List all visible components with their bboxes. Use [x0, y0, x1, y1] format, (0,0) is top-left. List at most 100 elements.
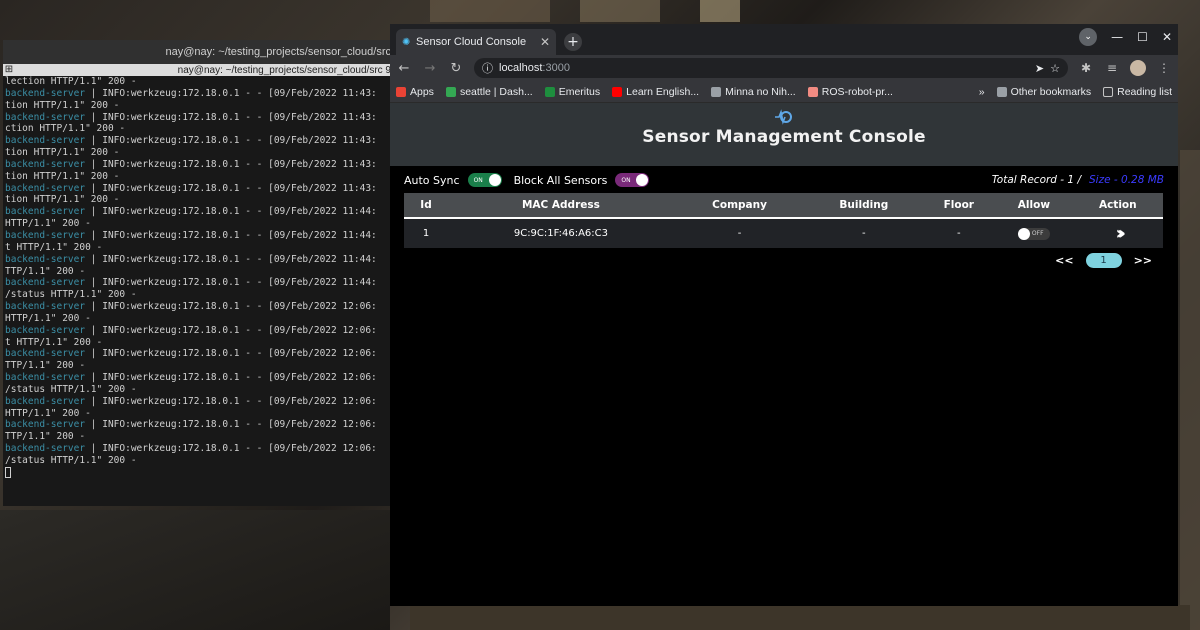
log-text: tion HTTP/1.1" 200 -: [5, 99, 120, 111]
desktop-wallpaper-detail: [1180, 150, 1200, 630]
browser-window[interactable]: ✺ Sensor Cloud Console ✕ + ⌄ — ☐ ✕ ← → ↻…: [390, 24, 1178, 606]
terminal-cursor: [5, 466, 11, 478]
bookmarks-overflow-button[interactable]: »: [979, 86, 985, 98]
terminal-line: backend-server | INFO:werkzeug:172.18.0.…: [5, 135, 393, 147]
server-tag: backend-server: [5, 229, 86, 241]
window-controls: ⌄ — ☐ ✕: [1079, 28, 1172, 46]
column-header-mac-address: MAC Address: [448, 193, 674, 219]
auto-sync-label: Auto Sync: [404, 173, 460, 187]
other-bookmarks-label: Other bookmarks: [1010, 85, 1092, 98]
tab-sensor-cloud-console[interactable]: ✺ Sensor Cloud Console ✕: [396, 29, 556, 55]
bookmark-label: ROS-robot-pr...: [821, 85, 893, 98]
log-text: | INFO:werkzeug:172.18.0.1 - - [09/Feb/2…: [85, 277, 377, 289]
terminal-line: t HTTP/1.1" 200 -: [5, 337, 393, 349]
cell-id: 1: [404, 218, 448, 248]
toggle-knob: [636, 174, 649, 186]
auto-sync-state: ON: [473, 176, 483, 184]
bookmark-item[interactable]: Learn English...: [612, 86, 699, 98]
current-page-button[interactable]: 1: [1085, 253, 1122, 268]
log-text: | INFO:werkzeug:172.18.0.1 - - [09/Feb/2…: [85, 111, 377, 123]
next-page-button[interactable]: >>: [1134, 254, 1152, 267]
profile-avatar[interactable]: [1130, 60, 1146, 76]
server-tag: backend-server: [5, 372, 86, 384]
server-tag: backend-server: [5, 135, 86, 147]
log-text: HTTP/1.1" 200 -: [5, 407, 91, 419]
log-text: ction HTTP/1.1" 200 -: [5, 123, 126, 135]
close-tab-icon[interactable]: ✕: [540, 35, 550, 49]
reading-list-button[interactable]: Reading list: [1103, 86, 1172, 98]
media-control-icon[interactable]: ≡: [1104, 61, 1120, 75]
terminal-title: nay@nay: ~/testing_projects/sensor_cloud…: [165, 46, 391, 58]
column-header-id: Id: [404, 193, 448, 219]
ros-icon: [807, 86, 818, 97]
bookmark-star-icon[interactable]: ☆: [1050, 62, 1060, 75]
terminal-output[interactable]: lection HTTP/1.1" 200 - backend-server | …: [3, 76, 395, 479]
forward-icon[interactable]: →: [422, 61, 438, 76]
log-text: | INFO:werkzeug:172.18.0.1 - - [09/Feb/2…: [85, 229, 377, 241]
server-tag: backend-server: [5, 348, 86, 360]
close-window-icon[interactable]: ✕: [1162, 30, 1172, 44]
reading-list-icon: [1103, 86, 1114, 97]
log-text: | INFO:werkzeug:172.18.0.1 - - [09/Feb/2…: [85, 158, 377, 170]
new-tab-button[interactable]: +: [564, 33, 582, 51]
terminal-line: tion HTTP/1.1" 200 -: [5, 194, 393, 206]
server-tag: backend-server: [5, 253, 86, 265]
terminal-line: backend-server | INFO:werkzeug:172.18.0.…: [5, 206, 393, 218]
app-header: Sensor Management Console: [390, 103, 1178, 166]
back-icon[interactable]: ←: [396, 61, 412, 76]
log-text: /status HTTP/1.1" 200 -: [5, 289, 137, 301]
log-text: tion HTTP/1.1" 200 -: [5, 170, 120, 182]
bookmark-item[interactable]: Minna no Nih...: [711, 86, 796, 98]
reload-icon[interactable]: ↻: [448, 61, 464, 76]
cell-building: -: [805, 218, 923, 248]
log-text: lection HTTP/1.1" 200 -: [5, 76, 137, 87]
allow-toggle[interactable]: OFF: [1017, 227, 1050, 240]
double-chevron-right-icon[interactable]: ›››: [1116, 223, 1127, 244]
terminal-line: /status HTTP/1.1" 200 -: [5, 455, 393, 467]
terminal-line: backend-server | INFO:werkzeug:172.18.0.…: [5, 396, 393, 408]
bookmark-item[interactable]: Apps: [396, 86, 434, 98]
previous-page-button[interactable]: <<: [1055, 254, 1073, 267]
extensions-icon[interactable]: ✱: [1078, 61, 1094, 75]
log-text: | INFO:werkzeug:172.18.0.1 - - [09/Feb/2…: [85, 182, 377, 194]
terminal-line: backend-server | INFO:werkzeug:172.18.0.…: [5, 443, 393, 455]
table-row[interactable]: 1 9C:9C:1F:46:A6:C3- - - OFF ›››: [404, 218, 1163, 248]
bookmark-label: Apps: [410, 85, 434, 98]
terminal-window[interactable]: nay@nay: ~/testing_projects/sensor_cloud…: [3, 40, 395, 506]
minimize-icon[interactable]: —: [1111, 30, 1123, 44]
terminal-tab-title[interactable]: nay@nay: ~/testing_projects/sensor_cloud…: [15, 65, 395, 76]
site-info-icon[interactable]: ⓘ: [482, 60, 493, 76]
terminal-line: tion HTTP/1.1" 200 -: [5, 100, 393, 112]
send-to-devices-icon[interactable]: ➤: [1035, 62, 1044, 75]
tab-title: Sensor Cloud Console: [416, 36, 527, 48]
server-tag: backend-server: [5, 301, 86, 313]
maximize-icon[interactable]: ☐: [1137, 30, 1148, 44]
terminal-line: TTP/1.1" 200 -: [5, 360, 393, 372]
terminal-tabbar[interactable]: ⊞ nay@nay: ~/testing_projects/sensor_clo…: [3, 64, 395, 76]
log-text: | INFO:werkzeug:172.18.0.1 - - [09/Feb/2…: [85, 206, 377, 218]
toggle-knob: [488, 174, 501, 186]
tab-search-icon[interactable]: ⌄: [1079, 28, 1098, 46]
terminal-line: /status HTTP/1.1" 200 -: [5, 384, 393, 396]
address-bar[interactable]: ⓘ localhost:3000 ➤ ☆: [474, 58, 1068, 78]
bookmark-item[interactable]: Emeritus: [544, 86, 600, 98]
bookmark-item[interactable]: seattle | Dash...: [445, 86, 533, 98]
storage-size: Size - 0.28 MB: [1089, 174, 1164, 186]
other-bookmarks-folder[interactable]: Other bookmarks: [996, 85, 1092, 98]
auto-sync-toggle[interactable]: ON: [467, 173, 502, 187]
menu-kebab-icon[interactable]: ⋮: [1156, 61, 1172, 75]
bookmark-item[interactable]: ROS-robot-pr...: [807, 85, 893, 98]
block-all-toggle[interactable]: ON: [615, 173, 650, 187]
log-text: | INFO:werkzeug:172.18.0.1 - - [09/Feb/2…: [85, 324, 377, 336]
log-text: TTP/1.1" 200 -: [5, 265, 86, 277]
terminal-titlebar[interactable]: nay@nay: ~/testing_projects/sensor_cloud…: [3, 40, 395, 64]
block-all-state: ON: [621, 176, 631, 184]
desktop-wallpaper-detail: [410, 605, 1190, 630]
terminal-line: /status HTTP/1.1" 200 -: [5, 289, 393, 301]
column-header-company: Company: [673, 193, 806, 219]
server-tag: backend-server: [5, 277, 86, 289]
globe-icon: [711, 86, 722, 97]
terminal-line: backend-server | INFO:werkzeug:172.18.0.…: [5, 419, 393, 431]
split-terminal-icon[interactable]: ⊞: [3, 64, 15, 76]
youtube-icon: [612, 86, 623, 97]
